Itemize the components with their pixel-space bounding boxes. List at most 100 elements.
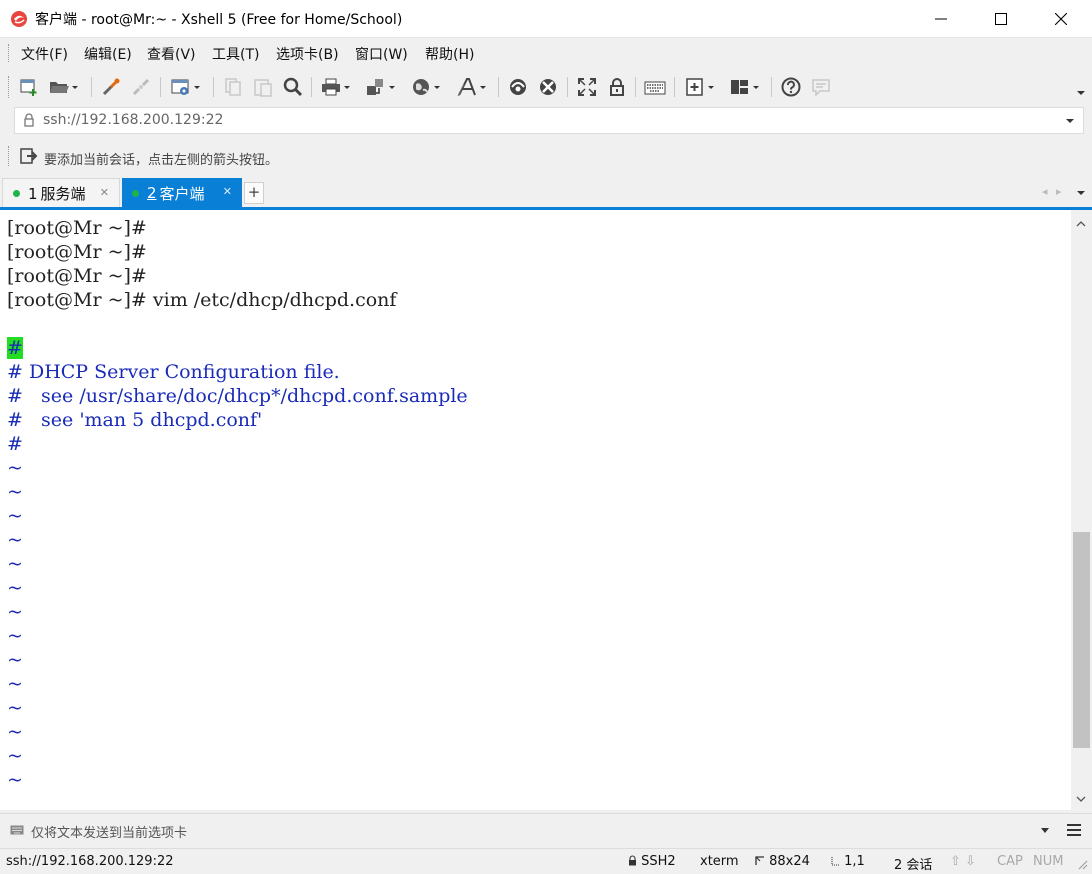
scroll-up-icon[interactable]: [1076, 220, 1086, 228]
menu-file[interactable]: 文件(F): [21, 44, 68, 64]
linkbar-grip[interactable]: [8, 146, 10, 166]
scrollbar-thumb[interactable]: [1073, 532, 1090, 748]
minimize-button[interactable]: [918, 0, 964, 38]
terminal-screen[interactable]: [root@Mr ~]# [root@Mr ~]# [root@Mr ~]# [roo…: [0, 210, 1071, 810]
minimize-icon: [935, 18, 947, 20]
toolbar-separator: [771, 77, 772, 97]
terminal-scrollbar[interactable]: [1071, 210, 1092, 810]
tab-list-dropdown-icon[interactable]: [1077, 190, 1085, 196]
cursor-position-label: 1,1: [844, 854, 865, 869]
terminal-line: #: [7, 433, 23, 455]
tab-close-icon[interactable]: ✕: [223, 185, 232, 198]
chevron-down-icon: [194, 86, 200, 89]
toolbar-separator: [91, 77, 92, 97]
close-button[interactable]: [1038, 0, 1084, 38]
paste-button[interactable]: [252, 76, 274, 98]
help-button[interactable]: [780, 76, 802, 98]
close-icon: [1055, 13, 1067, 25]
tab-scroll-right-icon[interactable]: ▸: [1056, 185, 1062, 198]
menubar-grip[interactable]: [8, 44, 10, 62]
address-bar[interactable]: ssh://192.168.200.129:22: [14, 107, 1084, 134]
transfer-button[interactable]: [365, 76, 395, 98]
terminal-line: ~: [7, 577, 23, 599]
chevron-down-icon: [708, 86, 714, 89]
reconnect-button[interactable]: [100, 76, 122, 98]
status-cursor-position: 1,1: [830, 854, 865, 869]
print-button[interactable]: [320, 76, 350, 98]
tab-client[interactable]: 2 客户端 ✕: [122, 178, 242, 208]
chevron-down-icon[interactable]: [1040, 827, 1050, 834]
find-button[interactable]: [282, 76, 304, 98]
keyboard-button[interactable]: [644, 76, 666, 98]
chevron-down-icon[interactable]: [1065, 117, 1075, 125]
font-icon: [457, 78, 476, 97]
add-link-arrow-icon[interactable]: [20, 147, 38, 165]
menu-bar: 文件(F) 编辑(E) 查看(V) 工具(T) 选项卡(B) 窗口(W) 帮助(…: [0, 38, 1092, 68]
terminal-line: ~: [7, 649, 23, 671]
fullscreen-button[interactable]: [576, 76, 598, 98]
toolbar-overflow-icon[interactable]: [1077, 90, 1085, 96]
keyboard-icon: [644, 81, 666, 95]
terminal-line: [root@Mr ~]#: [7, 217, 147, 239]
xshell-logo-icon: [11, 11, 27, 27]
status-num-lock: NUM: [1033, 854, 1064, 869]
menu-view[interactable]: 查看(V): [147, 44, 196, 64]
add-tab-button[interactable]: +: [244, 182, 264, 204]
hamburger-menu-icon[interactable]: [1066, 822, 1082, 838]
xftp-button[interactable]: [507, 76, 529, 98]
menu-edit[interactable]: 编辑(E): [84, 44, 132, 64]
layout-icon: [731, 80, 748, 94]
font-button[interactable]: [456, 76, 486, 98]
terminal-line: [root@Mr ~]#: [7, 265, 147, 287]
globe-button[interactable]: [410, 76, 440, 98]
address-input[interactable]: ssh://192.168.200.129:22: [43, 112, 223, 128]
maximize-button[interactable]: [978, 0, 1024, 38]
terminal-line: ~: [7, 721, 23, 743]
new-tab-icon: [686, 78, 703, 96]
new-tab-button[interactable]: [684, 76, 714, 98]
copy-icon: [225, 78, 241, 96]
session-nav-arrows-icon[interactable]: ⇧ ⇩: [950, 854, 976, 869]
print-icon: [322, 78, 340, 96]
menu-tools[interactable]: 工具(T): [212, 44, 259, 64]
terminal-line: ~: [7, 673, 23, 695]
chevron-down-icon: [480, 86, 486, 89]
toolbar-grip[interactable]: [8, 76, 10, 98]
terminal-line: ~: [7, 745, 23, 767]
reconnect-icon: [102, 78, 120, 96]
tab-close-icon[interactable]: ✕: [100, 186, 109, 199]
properties-button[interactable]: [170, 76, 200, 98]
xmanager-icon: [540, 79, 556, 95]
cursor-position-icon: [831, 857, 839, 866]
menu-help[interactable]: 帮助(H): [425, 44, 474, 64]
open-button[interactable]: [48, 76, 78, 98]
compose-input[interactable]: 仅将文本发送到当前选项卡: [31, 822, 187, 841]
links-bar: 要添加当前会话，点击左侧的箭头按钮。: [0, 140, 1092, 174]
fullscreen-icon: [578, 78, 596, 96]
toolbar-separator: [311, 77, 312, 97]
terminal-line: #: [7, 336, 23, 360]
terminal-line: ~: [7, 697, 23, 719]
tab-server[interactable]: 1 服务端 ✕: [2, 178, 120, 208]
tab-scroll-left-icon[interactable]: ◂: [1042, 185, 1048, 198]
chevron-down-icon: [753, 86, 759, 89]
status-terminal-type: xterm: [700, 854, 739, 869]
copy-button[interactable]: [222, 76, 244, 98]
toolbar-separator: [213, 77, 214, 97]
new-session-button[interactable]: [18, 76, 40, 98]
toolbar-separator: [635, 77, 636, 97]
compose-bar: 仅将文本发送到当前选项卡: [0, 813, 1092, 845]
lock-button[interactable]: [606, 76, 628, 98]
disconnect-button[interactable]: [130, 76, 152, 98]
resize-grip-icon[interactable]: [1076, 858, 1088, 870]
menu-window[interactable]: 窗口(W): [355, 44, 408, 64]
menu-tabs[interactable]: 选项卡(B): [276, 44, 339, 64]
layout-button[interactable]: [729, 76, 759, 98]
status-sessions: 2 会话: [894, 858, 933, 873]
tab-number: 1: [28, 184, 38, 203]
scroll-down-icon[interactable]: [1076, 795, 1086, 803]
chat-button[interactable]: [810, 76, 832, 98]
xmanager-button[interactable]: [537, 76, 559, 98]
lock-icon: [629, 855, 636, 866]
chevron-down-icon: [434, 86, 440, 89]
